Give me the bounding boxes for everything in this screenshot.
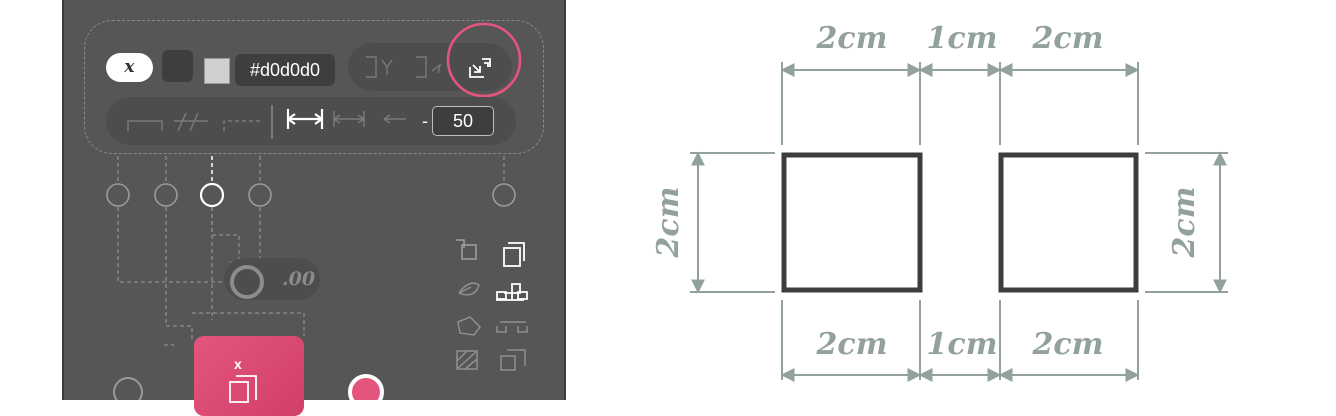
left-port[interactable] bbox=[113, 377, 143, 400]
line-flat-icon[interactable] bbox=[127, 120, 163, 131]
color-hex-field[interactable]: #d0d0d0 bbox=[235, 54, 335, 86]
bracket-arrow-icon[interactable] bbox=[416, 56, 427, 78]
line-dashed-icon[interactable] bbox=[223, 120, 260, 131]
right-label: 2cm bbox=[1167, 187, 1202, 259]
double-arrow-icon[interactable] bbox=[383, 114, 406, 124]
leaf-icon[interactable] bbox=[458, 282, 480, 296]
node-editor-panel: x #d0d0d0 - 50 .00 x bbox=[62, 0, 566, 416]
dimension-bar-icon[interactable] bbox=[286, 109, 324, 129]
input-port-active[interactable] bbox=[199, 182, 225, 208]
polygon-icon[interactable] bbox=[457, 316, 481, 336]
transform-node-icon bbox=[229, 375, 257, 403]
transform-node[interactable] bbox=[194, 336, 304, 416]
minus-label: - bbox=[422, 111, 428, 131]
copy-frame-icon[interactable] bbox=[503, 247, 521, 267]
input-port-4[interactable] bbox=[248, 183, 272, 207]
input-port-1[interactable] bbox=[106, 183, 130, 207]
bottom-label-2: 1cm bbox=[927, 327, 998, 362]
bracket-y-icon[interactable] bbox=[366, 56, 377, 78]
width-input[interactable]: 50 bbox=[432, 106, 494, 136]
hierarchy-outline-icon[interactable] bbox=[496, 321, 528, 333]
input-port-5[interactable] bbox=[492, 183, 516, 207]
square-right bbox=[998, 152, 1139, 293]
top-label-3: 2cm bbox=[1032, 21, 1104, 56]
square-left bbox=[781, 152, 923, 293]
input-port-2[interactable] bbox=[154, 183, 178, 207]
top-label-2: 1cm bbox=[927, 21, 998, 56]
dimension-arrow-icon[interactable] bbox=[333, 111, 365, 127]
light-color-swatch[interactable] bbox=[204, 58, 230, 84]
dimension-diagram: 2cm 1cm 2cm 2cm 1cm 2cm 2cm 2cm bbox=[651, 21, 1228, 382]
decimal-label: .00 bbox=[282, 268, 316, 290]
top-label-1: 2cm bbox=[816, 21, 888, 56]
bottom-label-1: 2cm bbox=[816, 327, 888, 362]
left-label: 2cm bbox=[651, 187, 686, 259]
output-port[interactable] bbox=[348, 374, 384, 400]
line-hatched-icon[interactable] bbox=[174, 112, 208, 132]
node-symbol: x bbox=[234, 356, 242, 372]
copy-outline-icon[interactable] bbox=[500, 355, 516, 371]
bottom-label-3: 2cm bbox=[1032, 327, 1104, 362]
variable-pill[interactable]: x bbox=[106, 53, 153, 82]
highlight-ring bbox=[446, 22, 522, 98]
dark-color-swatch[interactable] bbox=[162, 50, 193, 82]
